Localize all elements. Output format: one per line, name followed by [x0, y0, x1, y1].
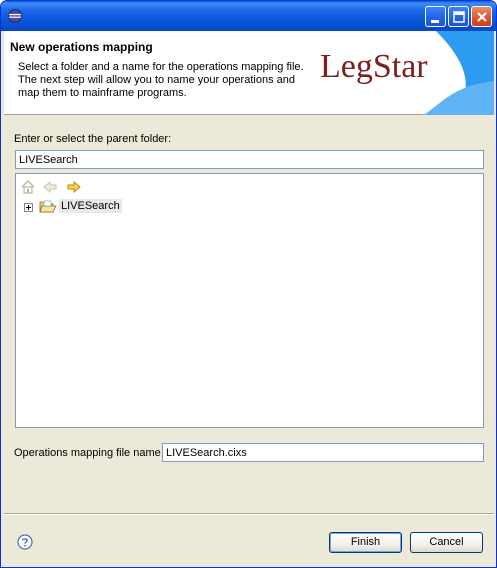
- maximize-icon: [453, 11, 465, 23]
- wizard-description: Select a folder and a name for the opera…: [18, 61, 308, 100]
- help-icon[interactable]: [17, 534, 33, 550]
- folder-tree[interactable]: LIVESearch: [15, 173, 484, 428]
- cancel-button[interactable]: Cancel: [410, 532, 483, 553]
- button-bar-separator: [4, 513, 494, 515]
- wizard-header: New operations mapping Select a folder a…: [4, 31, 494, 115]
- home-icon[interactable]: [20, 179, 36, 195]
- file-name-label: Operations mapping file name: [14, 447, 161, 459]
- maximize-button[interactable]: [448, 6, 469, 27]
- finish-button[interactable]: Finish: [329, 532, 402, 553]
- dialog-window: New operations mapping Select a folder a…: [0, 0, 497, 568]
- title-bar[interactable]: [1, 1, 496, 31]
- parent-folder-label: Enter or select the parent folder:: [14, 133, 172, 145]
- eclipse-app-icon: [8, 9, 22, 23]
- forward-arrow-icon[interactable]: [66, 179, 82, 195]
- close-button[interactable]: [471, 6, 492, 27]
- description-line: The next step will allow you to name you…: [18, 74, 295, 86]
- description-line: map them to mainframe programs.: [18, 87, 187, 99]
- description-line: Select a folder and a name for the opera…: [18, 61, 304, 73]
- file-name-input[interactable]: [162, 443, 484, 462]
- back-arrow-icon[interactable]: [42, 179, 58, 195]
- logo-text: LegStar: [320, 48, 428, 85]
- tree-item-label[interactable]: LIVESearch: [59, 199, 122, 213]
- parent-folder-input[interactable]: [15, 150, 484, 169]
- open-folder-icon: [39, 200, 57, 213]
- close-icon: [477, 12, 487, 22]
- wizard-title: New operations mapping: [10, 40, 153, 54]
- minimize-icon: [431, 20, 439, 23]
- minimize-button[interactable]: [425, 6, 446, 27]
- legstar-logo: LegStar: [320, 31, 494, 115]
- expand-icon[interactable]: [24, 203, 33, 212]
